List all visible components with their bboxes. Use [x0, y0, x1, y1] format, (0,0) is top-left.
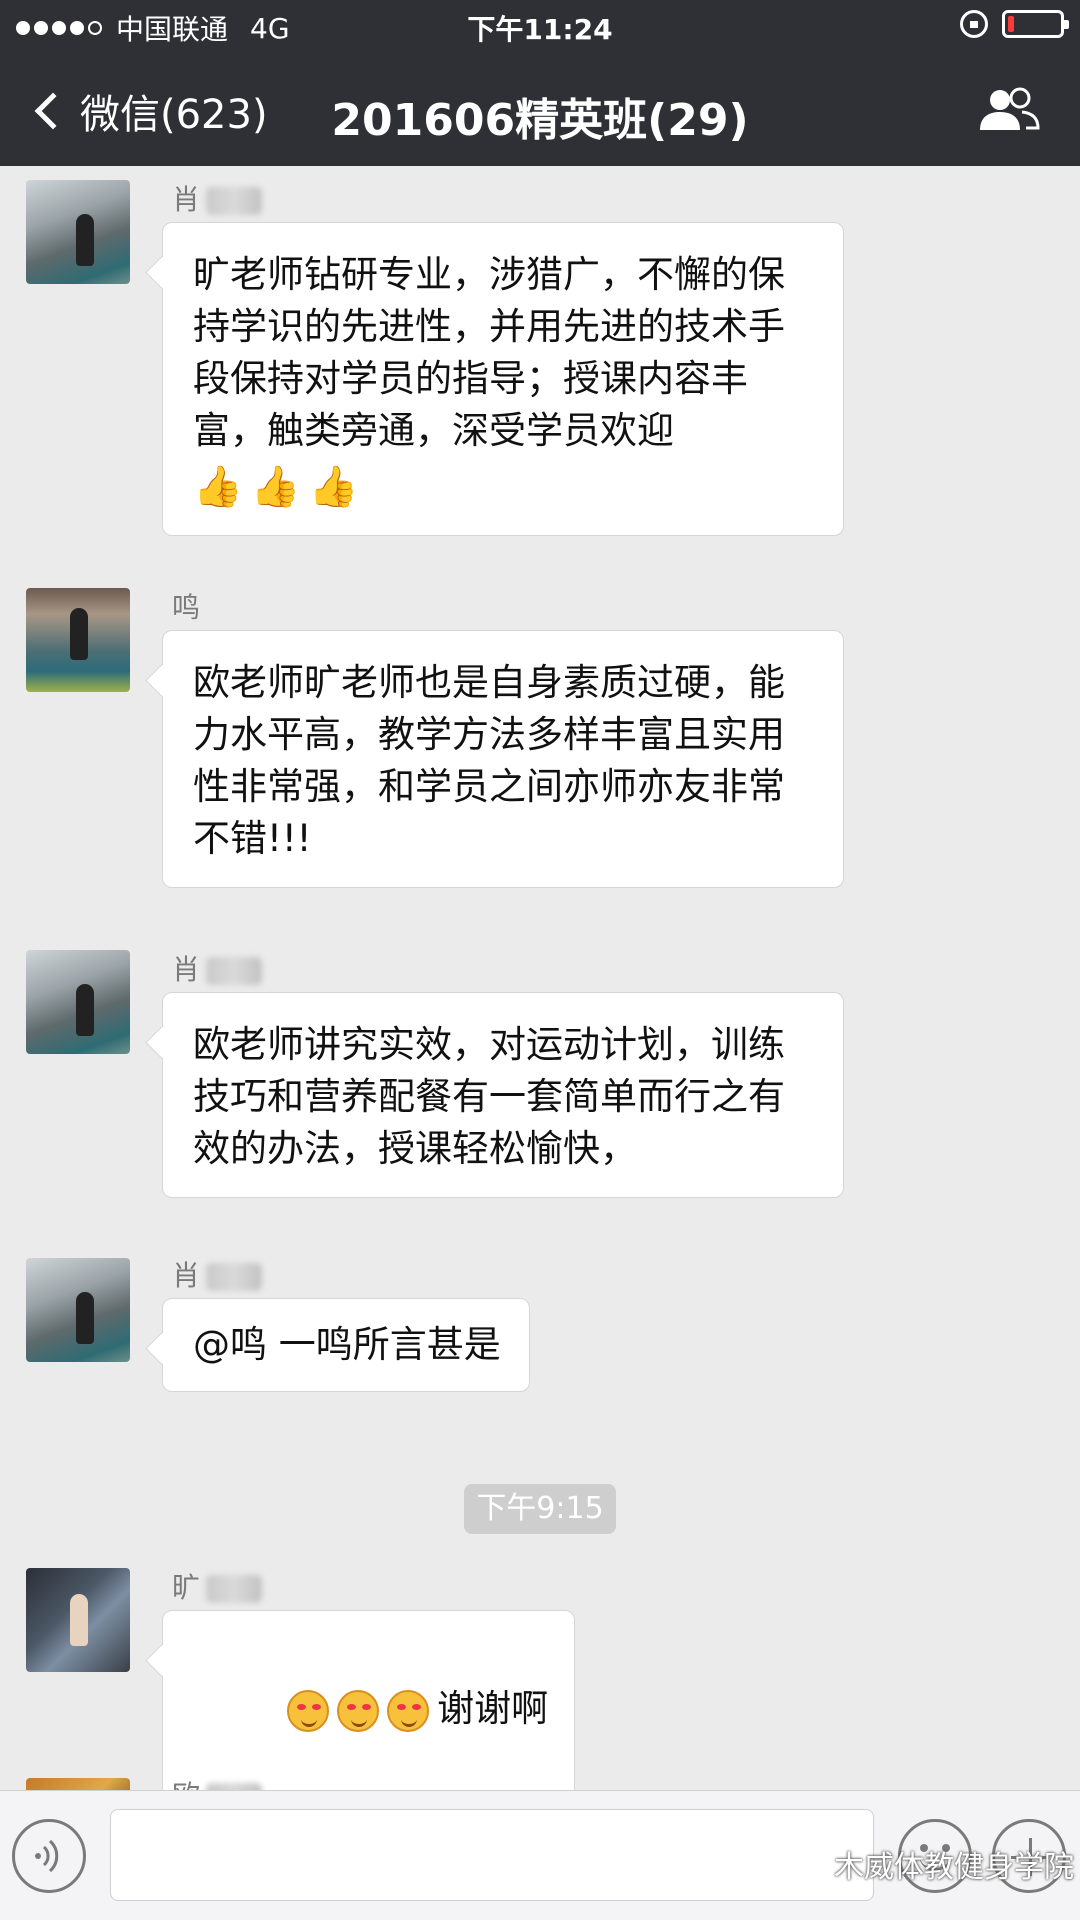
sender-name-text: 肖: [172, 953, 201, 986]
message-bubble[interactable]: 欧老师旷老师也是自身素质过硬，能力水平高，教学方法多样丰富且实用性非常强，和学员…: [162, 630, 844, 888]
rotation-lock-icon: [960, 10, 988, 38]
time-divider: 下午9:15: [464, 1484, 616, 1534]
avatar[interactable]: [26, 180, 130, 284]
sender-name: 旷: [172, 1566, 263, 1606]
name-blur: [206, 1575, 263, 1603]
sender-name: 肖: [172, 178, 263, 218]
battery-fill: [1008, 16, 1014, 32]
message-text: 谢谢啊: [437, 1687, 549, 1730]
avatar-figure: [76, 1292, 94, 1344]
chat-title: 201606精英班(29): [331, 95, 749, 146]
sender-name-text: 欧: [172, 1779, 200, 1790]
sender-name: 鸣: [172, 591, 201, 624]
status-right: [960, 10, 1069, 38]
avatar-figure: [70, 608, 88, 660]
message-bubble[interactable]: @鸣 一鸣所言甚是: [162, 1298, 530, 1392]
message-bubble[interactable]: 欧老师讲究实效，对运动计划，训练技巧和营养配餐有一套简单而行之有效的办法，授课轻…: [162, 992, 844, 1198]
avatar[interactable]: [26, 950, 130, 1054]
wechat-logo-icon: [790, 1850, 826, 1880]
avatar[interactable]: [26, 1568, 130, 1672]
name-blur: [206, 1783, 263, 1790]
battery-icon: [1002, 10, 1069, 38]
thumbs-up-icon: 👍: [250, 464, 301, 510]
message-content: 谢谢啊: [193, 1631, 548, 1787]
message-text: 欧老师旷老师也是自身素质过硬，能力水平高，教学方法多样丰富且实用性非常强，和学员…: [193, 661, 785, 860]
voice-input-button[interactable]: [12, 1819, 86, 1893]
message-input[interactable]: [110, 1809, 874, 1901]
message-text: 旷老师钻研专业，涉猎广，不懈的保持学识的先进性，并用先进的技术手段保持对学员的指…: [193, 253, 785, 452]
avatar-figure: [70, 1594, 88, 1646]
sender-name: 欧: [172, 1774, 263, 1790]
message-bubble[interactable]: 旷老师钻研专业，涉猎广，不懈的保持学识的先进性，并用先进的技术手段保持对学员的指…: [162, 222, 844, 536]
thumbs-up-icon: 👍: [193, 464, 243, 510]
group-members-icon[interactable]: [976, 86, 1040, 134]
name-blur: [206, 957, 263, 985]
sender-name: 肖: [172, 948, 263, 988]
avatar[interactable]: [26, 588, 130, 692]
message-text: @鸣 一鸣所言甚是: [193, 1323, 501, 1366]
chat-area[interactable]: 肖 旷老师钻研专业，涉猎广，不懈的保持学识的先进性，并用先进的技术手段保持对学员…: [0, 166, 1080, 1790]
name-blur: [206, 1263, 263, 1291]
avatar-figure: [76, 214, 94, 266]
message-text: 欧老师讲究实效，对运动计划，训练技巧和营养配餐有一套简单而行之有效的办法，授课轻…: [193, 1023, 785, 1170]
name-blur: [206, 187, 263, 215]
sender-name: 肖: [172, 1254, 263, 1294]
sender-name-text: 肖: [172, 1259, 201, 1292]
watermark: 木威体教健身学院: [790, 1842, 1074, 1886]
sender-name-text: 旷: [172, 1571, 201, 1604]
emoji-row: 👍 👍 👍: [193, 461, 815, 513]
message-bubble[interactable]: 谢谢啊: [162, 1610, 576, 1790]
grin-emoji-icon: [387, 1689, 430, 1732]
watermark-text: 木威体教健身学院: [834, 1850, 1074, 1885]
voice-icon: [35, 1839, 59, 1873]
avatar[interactable]: [26, 1778, 130, 1790]
avatar[interactable]: [26, 1258, 130, 1362]
avatar-figure: [76, 984, 94, 1036]
grin-emoji-icon: [337, 1689, 380, 1732]
sender-name-text: 肖: [172, 183, 201, 216]
status-time: 下午11:24: [467, 13, 613, 46]
nav-bar: 微信(623) 201606精英班(29): [0, 54, 1080, 166]
thumbs-up-icon: 👍: [308, 464, 359, 510]
status-bar: 中国联通 4G 下午11:24: [0, 0, 1080, 54]
grin-emoji-icon: [287, 1689, 330, 1732]
